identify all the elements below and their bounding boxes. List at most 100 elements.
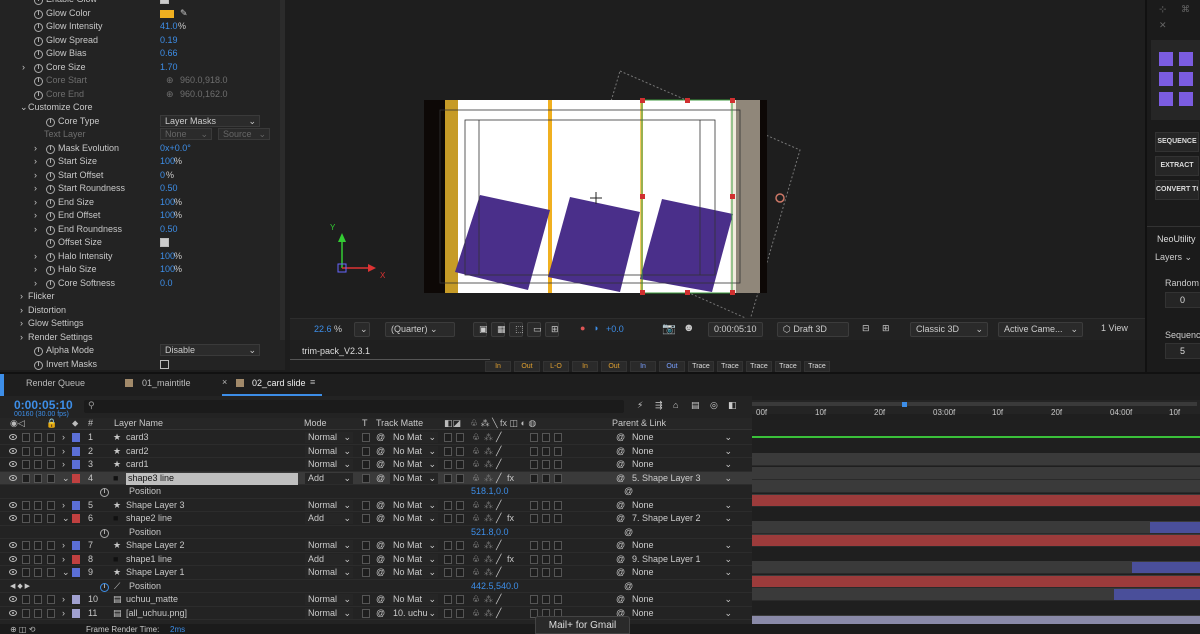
- disclosure-icon[interactable]: ›: [34, 155, 37, 168]
- matte-switch-box[interactable]: [444, 554, 452, 564]
- property-row[interactable]: Position 518.1,0.0 @: [0, 485, 752, 499]
- shy-switch-icon[interactable]: ♧: [472, 539, 480, 552]
- effect-property-value[interactable]: 0.19: [160, 34, 178, 47]
- stopwatch-icon[interactable]: [46, 266, 55, 275]
- effect-property-value[interactable]: 100: [160, 196, 175, 209]
- parent-dropdown[interactable]: 9. Shape Layer 1 ⌄: [630, 554, 734, 565]
- property-value[interactable]: 521.8,0.0: [471, 526, 509, 539]
- disclosure-icon[interactable]: ›: [20, 304, 23, 317]
- effect-row[interactable]: › Flicker: [0, 290, 285, 303]
- preserve-transparency-box[interactable]: [362, 595, 370, 604]
- stopwatch-icon[interactable]: [46, 158, 55, 167]
- switch-box[interactable]: [530, 595, 538, 604]
- quality-switch-icon[interactable]: ╱: [496, 539, 501, 552]
- collapse-switch-icon[interactable]: ⁂: [484, 499, 493, 512]
- zoom-value[interactable]: 22.6: [314, 324, 332, 334]
- switch-box[interactable]: [530, 446, 538, 456]
- switch-box[interactable]: [22, 595, 30, 604]
- quality-switch-icon[interactable]: ╱: [496, 499, 501, 512]
- effect-row[interactable]: › Render Settings: [0, 331, 285, 344]
- effect-dropdown[interactable]: Disable ⌄: [160, 344, 260, 356]
- matte-switch-box[interactable]: [444, 568, 452, 577]
- switch-box[interactable]: [47, 500, 55, 510]
- track-matte-dropdown[interactable]: No Mat ⌄: [390, 594, 438, 605]
- matte-switch-box[interactable]: [456, 460, 464, 469]
- shy-switch-icon[interactable]: ♧: [472, 445, 480, 458]
- switch-box[interactable]: [34, 595, 42, 604]
- switch-box[interactable]: [530, 500, 538, 510]
- time-track-area[interactable]: 00f 10f 20f 03:00f 10f 20f 04:00f 10f: [752, 396, 1200, 634]
- parent-dropdown[interactable]: None ⌄: [630, 567, 734, 578]
- parent-dropdown[interactable]: 7. Shape Layer 2 ⌄: [630, 513, 734, 524]
- switch-box[interactable]: [530, 473, 538, 483]
- switch-box[interactable]: [542, 568, 550, 577]
- quality-switch-icon[interactable]: ╱: [496, 566, 501, 579]
- layer-row[interactable]: › 1 ★ card3 Normal ⌄ @ No Mat ⌄ ♧ ⁂ ╱ @ None ⌄: [0, 431, 752, 445]
- stopwatch-icon[interactable]: [46, 144, 55, 154]
- blend-mode-dropdown[interactable]: Normal ⌄: [305, 540, 353, 551]
- layer-name[interactable]: Shape Layer 2: [126, 539, 185, 552]
- effect-property-value[interactable]: 0.50: [160, 182, 178, 195]
- disclosure-icon[interactable]: ›: [62, 499, 65, 512]
- shy-switch-icon[interactable]: ♧: [472, 593, 480, 606]
- crosshair-icon[interactable]: ⊕: [166, 88, 174, 101]
- layer-row[interactable]: › 7 ★ Shape Layer 2 Normal ⌄ @ No Mat ⌄ ♧ ⁂ ╱ @ None ⌄: [0, 539, 752, 553]
- 3d-layer-box[interactable]: [554, 446, 562, 456]
- shy-switch-icon[interactable]: ♧: [472, 472, 480, 485]
- effect-row[interactable]: Text Layer None ⌄ Source ⌄: [0, 128, 285, 141]
- switch-box[interactable]: [34, 500, 42, 510]
- effect-row[interactable]: › End Size 100%: [0, 196, 285, 209]
- label-color-swatch[interactable]: [72, 608, 80, 618]
- stopwatch-icon[interactable]: [34, 9, 43, 19]
- effect-row[interactable]: › Mask Evolution 0x+0.0°: [0, 142, 285, 155]
- switch-box[interactable]: [22, 568, 30, 577]
- disclosure-icon[interactable]: ›: [34, 209, 37, 222]
- collapse-switch-icon[interactable]: ⁂: [484, 607, 493, 620]
- switch-box[interactable]: [22, 433, 30, 442]
- trim-button[interactable]: Trace: [775, 361, 801, 372]
- trim-button[interactable]: In: [630, 361, 656, 372]
- effect-row[interactable]: Glow Bias 0.66: [0, 47, 285, 60]
- parent-dropdown[interactable]: None ⌄: [630, 500, 734, 511]
- switch-box[interactable]: [530, 554, 538, 564]
- disclosure-icon[interactable]: ›: [62, 431, 65, 444]
- visibility-eye-icon[interactable]: [9, 501, 17, 508]
- trim-button[interactable]: Trace: [688, 361, 714, 372]
- sequence-button[interactable]: SEQUENCE: [1155, 132, 1199, 152]
- frame-blend-icon[interactable]: ⌂: [673, 400, 678, 410]
- layer-name[interactable]: card3: [126, 431, 149, 444]
- disclosure-icon[interactable]: ›: [20, 290, 23, 303]
- 3d-layer-box[interactable]: [554, 460, 562, 469]
- parent-pickwhip-icon[interactable]: @: [616, 458, 625, 471]
- draft-3d-button[interactable]: ⬡ Draft 3D: [777, 322, 849, 337]
- exposure-value[interactable]: +0.0: [606, 324, 624, 334]
- disclosure-icon[interactable]: ›: [34, 250, 37, 263]
- effect-row[interactable]: › Start Roundness 0.50: [0, 182, 285, 195]
- stopwatch-icon[interactable]: [34, 77, 43, 86]
- switch-box[interactable]: [22, 500, 30, 510]
- visibility-eye-icon[interactable]: [9, 596, 17, 602]
- matte-pickwhip-icon[interactable]: @: [376, 593, 385, 606]
- blend-mode-dropdown[interactable]: Normal ⌄: [305, 594, 353, 605]
- collapse-switch-icon[interactable]: ⁂: [484, 553, 493, 566]
- effect-property-value[interactable]: 100: [160, 263, 175, 276]
- trim-button[interactable]: Trace: [717, 361, 743, 372]
- preserve-transparency-box[interactable]: [362, 473, 370, 483]
- effect-property-value[interactable]: 100: [160, 209, 175, 222]
- collapse-switch-icon[interactable]: ⁂: [484, 512, 493, 525]
- effect-property-value[interactable]: 1.70: [160, 61, 178, 74]
- effect-row[interactable]: › Halo Intensity 100%: [0, 250, 285, 263]
- switch-box[interactable]: [34, 541, 42, 550]
- switch-box[interactable]: [22, 446, 30, 456]
- switch-box[interactable]: [34, 433, 42, 442]
- matte-pickwhip-icon[interactable]: @: [376, 499, 385, 512]
- blend-mode-dropdown[interactable]: Normal ⌄: [305, 459, 353, 470]
- tab-render-queue[interactable]: Render Queue: [26, 378, 85, 388]
- matte-switch-box[interactable]: [456, 473, 464, 483]
- effect-row[interactable]: Offset Size: [0, 236, 285, 249]
- effect-row[interactable]: › Glow Settings: [0, 317, 285, 330]
- disclosure-icon[interactable]: ›: [34, 277, 37, 290]
- disclosure-icon[interactable]: ›: [62, 445, 65, 458]
- quality-switch-icon[interactable]: ╱: [496, 445, 501, 458]
- layer-name[interactable]: Shape Layer 3: [126, 499, 185, 512]
